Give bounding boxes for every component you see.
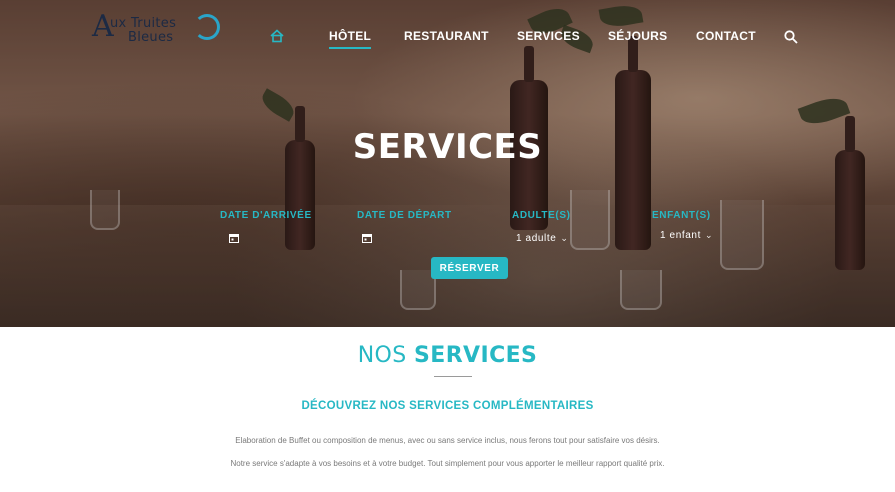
nav-item-contact[interactable]: CONTACT xyxy=(696,29,756,43)
logo-line2: Bleues xyxy=(128,30,174,45)
section-title-light: NOS xyxy=(357,343,407,368)
main-navigation: A ux Truites Bleues HÔTEL RESTAURANT SER… xyxy=(0,0,895,72)
adults-label: ADULTE(S) xyxy=(512,210,571,221)
title-divider xyxy=(434,376,472,377)
section-title-strong: SERVICES xyxy=(414,343,538,368)
section-subtitle: DÉCOUVREZ NOS SERVICES COMPLÉMENTAIRES xyxy=(301,400,594,412)
nav-item-sejours[interactable]: SÉJOURS xyxy=(608,29,667,43)
logo-swirl-icon xyxy=(194,14,220,40)
logo-line1: ux Truites xyxy=(110,16,177,31)
adults-select[interactable]: 1 adulte ⌄ xyxy=(516,233,569,244)
departure-date-label: DATE DE DÉPART xyxy=(357,210,452,221)
nav-item-restaurant[interactable]: RESTAURANT xyxy=(404,29,489,43)
services-paragraph-1: Elaboration de Buffet ou composition de … xyxy=(235,436,660,445)
children-select-value: 1 enfant xyxy=(660,230,701,241)
page-title: SERVICES xyxy=(352,127,543,167)
reserve-button[interactable]: RÉSERVER xyxy=(431,257,508,279)
services-paragraph-2: Notre service s'adapte à vos besoins et … xyxy=(230,459,665,468)
search-icon[interactable] xyxy=(784,30,798,44)
chevron-down-icon: ⌄ xyxy=(704,230,714,240)
arrival-date-label: DATE D'ARRIVÉE xyxy=(220,210,312,221)
home-icon[interactable] xyxy=(270,29,284,43)
calendar-icon[interactable] xyxy=(229,233,239,243)
adults-select-value: 1 adulte xyxy=(516,233,557,244)
calendar-icon[interactable] xyxy=(362,233,372,243)
nav-item-hotel[interactable]: HÔTEL xyxy=(329,29,372,49)
site-logo[interactable]: A ux Truites Bleues xyxy=(92,12,220,48)
nav-item-services[interactable]: SERVICES xyxy=(517,29,580,43)
children-label: ENFANT(S) xyxy=(652,210,711,221)
chevron-down-icon: ⌄ xyxy=(560,233,569,243)
section-title: NOS SERVICES xyxy=(0,343,895,368)
children-select[interactable]: 1 enfant ⌄ xyxy=(660,230,713,241)
